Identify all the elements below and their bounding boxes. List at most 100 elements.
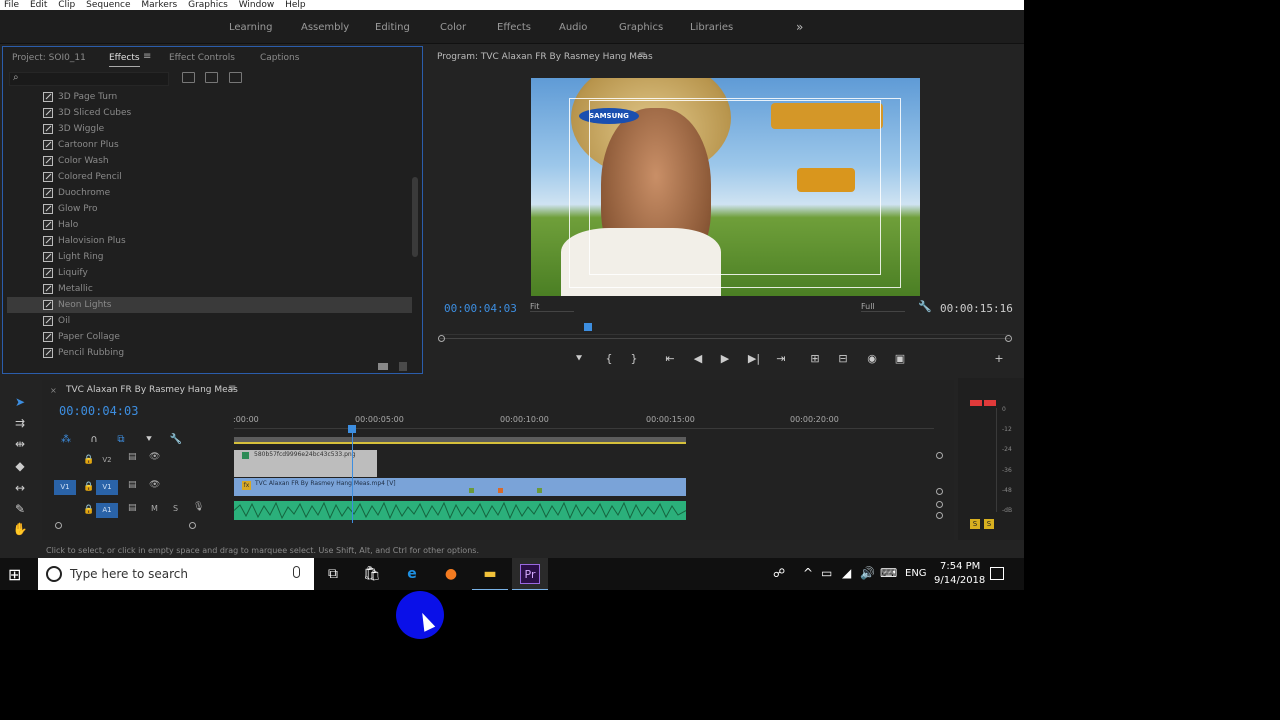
workspace-overflow-button[interactable]: » [796,20,803,34]
go-to-in-button[interactable]: ⇤ [662,352,678,365]
firefox-app-button[interactable]: ● [433,558,469,590]
lift-button[interactable]: ⊞ [807,352,823,365]
program-playhead[interactable] [584,323,592,331]
sync-lock-icon[interactable]: ▤ [128,503,137,513]
effect-list-item[interactable]: Liquify [7,265,412,281]
workspace-editing[interactable]: Editing [375,22,410,33]
action-center-icon[interactable] [990,567,1004,580]
work-area-bar[interactable] [234,437,686,444]
program-video-frame[interactable]: SAMSUNG [531,78,920,296]
playback-resolution-select[interactable]: Full [861,302,905,312]
timeline-current-timecode[interactable]: 00:00:04:03 [59,404,138,418]
step-forward-button[interactable]: ▶| [746,352,762,365]
workspace-audio[interactable]: Audio [559,22,587,33]
effect-list-item[interactable]: Pencil Rubbing [7,345,412,359]
track-scroll-handle[interactable] [936,501,943,508]
yuv-effects-icon[interactable] [229,72,242,83]
clip-audio[interactable] [234,501,686,520]
effect-list-item[interactable]: Cartoonr Plus [7,137,412,153]
add-marker-button[interactable]: ⯆ [571,352,587,366]
volume-icon[interactable]: 🔊 [860,566,875,580]
lock-icon[interactable]: 🔒 [83,482,94,492]
timeline-playhead[interactable] [348,425,356,433]
ripple-edit-tool-icon[interactable]: ⇹ [12,436,28,452]
eye-icon[interactable]: 👁 [149,452,160,462]
workspace-color[interactable]: Color [440,22,466,33]
input-language[interactable]: ENG [905,568,927,579]
linked-selection-icon[interactable]: ⧉ [114,434,128,445]
eye-icon[interactable]: 👁 [149,480,160,490]
go-to-out-button[interactable]: ⇥ [773,352,789,365]
effect-list-item[interactable]: Light Ring [7,249,412,265]
sync-lock-icon[interactable]: ▤ [128,452,137,462]
workspace-assembly[interactable]: Assembly [301,22,349,33]
tab-project[interactable]: Project: SOI0_11 [12,53,86,63]
meter-solo-button[interactable]: S [970,519,980,529]
zoom-bar-start-handle[interactable] [438,335,445,342]
track-scroll-handle[interactable] [936,512,943,519]
effect-list-item[interactable]: Oil [7,313,412,329]
menu-sequence[interactable]: Sequence [86,0,130,10]
hand-tool-icon[interactable]: ✋ [12,521,28,537]
accelerated-effects-icon[interactable] [182,72,195,83]
snap-icon[interactable]: ∩ [87,434,101,445]
show-hidden-icons-chevron-up-icon[interactable]: ^ [803,566,813,580]
workspace-effects[interactable]: Effects [497,22,531,33]
people-icon[interactable]: ☍ [773,566,785,580]
program-current-timecode[interactable]: 00:00:04:03 [444,302,517,315]
clip-png[interactable]: 580b57fcd9996e24bc43c533.png [234,450,377,477]
menu-graphics[interactable]: Graphics [188,0,228,10]
tab-captions[interactable]: Captions [260,53,299,63]
step-back-button[interactable]: ◀ [690,352,706,365]
zoom-bar-end-handle[interactable] [1005,335,1012,342]
clock-date[interactable]: 9/14/2018 [934,575,985,586]
32bit-effects-icon[interactable] [205,72,218,83]
premiere-app-button[interactable]: Pr [512,558,548,590]
timeline-settings-icon[interactable]: 🔧 [169,434,183,445]
workspace-learning[interactable]: Learning [229,22,272,33]
sequence-menu-icon[interactable]: ≡ [228,383,236,394]
new-bin-icon[interactable] [378,363,388,370]
effect-list-item[interactable]: Halo [7,217,412,233]
slip-tool-icon[interactable]: ↔ [12,480,28,496]
effect-list-item[interactable]: 3D Page Turn [7,89,412,105]
time-ruler[interactable] [234,428,934,429]
solo-button[interactable]: S [173,504,178,513]
effects-panel-menu-icon[interactable]: ≡ [143,51,151,62]
settings-wrench-icon[interactable]: 🔧 [918,300,932,313]
track-target-v2[interactable]: V2 [96,453,118,468]
delete-icon[interactable] [399,362,407,371]
sequence-tab-title[interactable]: TVC Alaxan FR By Rasmey Hang Meas [66,385,238,395]
voiceover-mic-icon[interactable]: 🎙 [193,502,204,512]
lock-icon[interactable]: 🔒 [83,505,94,515]
track-target-a1[interactable]: A1 [96,503,118,518]
button-editor-icon[interactable]: + [991,352,1007,365]
mark-out-button[interactable]: } [626,352,642,365]
tab-effects[interactable]: Effects [109,53,140,67]
program-menu-icon[interactable]: ≡ [638,50,646,61]
mark-in-button[interactable]: { [601,352,617,365]
menu-clip[interactable]: Clip [58,0,75,10]
timeline-zoom-start-handle[interactable] [55,522,62,529]
razor-tool-icon[interactable]: ◆ [12,458,28,474]
menu-file[interactable]: File [4,0,19,10]
timeline-zoom-end-handle[interactable] [189,522,196,529]
battery-icon[interactable]: ▭ [821,566,832,580]
keyframe-marker[interactable] [469,488,474,493]
mute-button[interactable]: M [151,504,158,513]
track-select-tool-icon[interactable]: ⇉ [12,415,28,431]
windows-start-icon[interactable]: ⊞ [8,566,28,584]
menu-help[interactable]: Help [285,0,306,10]
effect-list-item[interactable]: 3D Sliced Cubes [7,105,412,121]
effect-list-item[interactable]: Halovision Plus [7,233,412,249]
effect-list-item[interactable]: Duochrome [7,185,412,201]
clip-indicator[interactable] [970,400,982,406]
effect-list-item[interactable]: Glow Pro [7,201,412,217]
edge-app-button[interactable]: e [394,558,430,590]
effect-list-item[interactable]: 3D Wiggle [7,121,412,137]
task-view-button[interactable]: ⧉ [315,558,351,590]
track-scroll-handle[interactable] [936,452,943,459]
close-icon[interactable]: × [50,386,57,395]
source-patch-v1[interactable]: V1 [54,480,76,495]
effect-list-item[interactable]: Neon Lights [7,297,412,313]
